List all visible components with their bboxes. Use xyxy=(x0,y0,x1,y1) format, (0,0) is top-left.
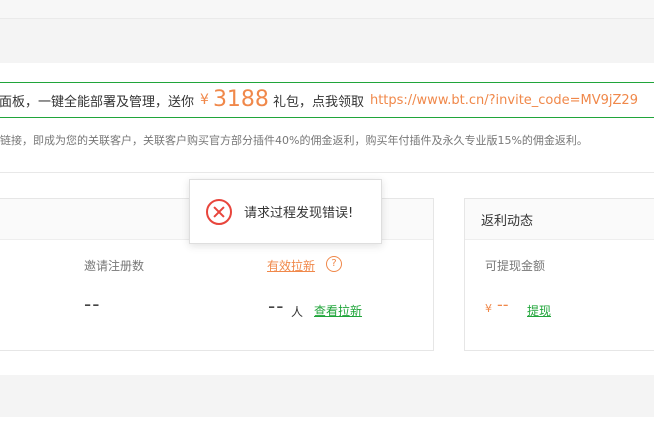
rebate-card: 返利动态 xyxy=(464,198,654,351)
section-divider xyxy=(0,172,654,173)
promo-prefix: 面板，一键全能部署及管理，送你 xyxy=(0,94,195,110)
withdrawable-label: 可提现金额 xyxy=(485,259,546,273)
header-band xyxy=(0,19,654,63)
effective-referral-unit: 人 xyxy=(291,305,304,319)
withdrawable-currency: ¥ xyxy=(485,302,492,315)
invited-count-label: 邀请注册数 xyxy=(84,259,145,273)
error-message: 请求过程发现错误! xyxy=(244,206,354,221)
promo-amount: 3188 xyxy=(212,87,269,112)
error-toast: 请求过程发现错误! xyxy=(189,179,382,244)
invited-count-value: -- xyxy=(84,292,101,316)
promo-suffix: 礼包，点我领取 xyxy=(272,94,364,110)
rebate-card-title: 返利动态 xyxy=(465,199,654,240)
effective-referral-value: -- xyxy=(268,294,285,318)
view-referrals-link[interactable]: 查看拉新 xyxy=(314,302,362,319)
promo-currency: ¥ xyxy=(200,92,209,108)
rebate-note: 链接，即成为您的关联客户，关联客户购买官方部分插件40%的佣金返利，购买年付插件… xyxy=(0,134,588,147)
invite-link[interactable]: https://www.bt.cn/?invite_code=MV9jZ29 xyxy=(370,93,638,108)
help-icon[interactable]: ? xyxy=(326,256,342,272)
top-strip xyxy=(0,0,654,18)
invite-promo-banner[interactable]: 面板，一键全能部署及管理，送你 ¥ 3188 礼包，点我领取 https://w… xyxy=(0,82,654,118)
effective-referral-link[interactable]: 有效拉新 xyxy=(267,257,315,274)
withdrawable-amount: -- xyxy=(497,295,509,314)
footer-band xyxy=(0,375,654,417)
withdraw-link[interactable]: 提现 xyxy=(527,302,551,319)
error-circle-x-icon xyxy=(206,198,232,225)
